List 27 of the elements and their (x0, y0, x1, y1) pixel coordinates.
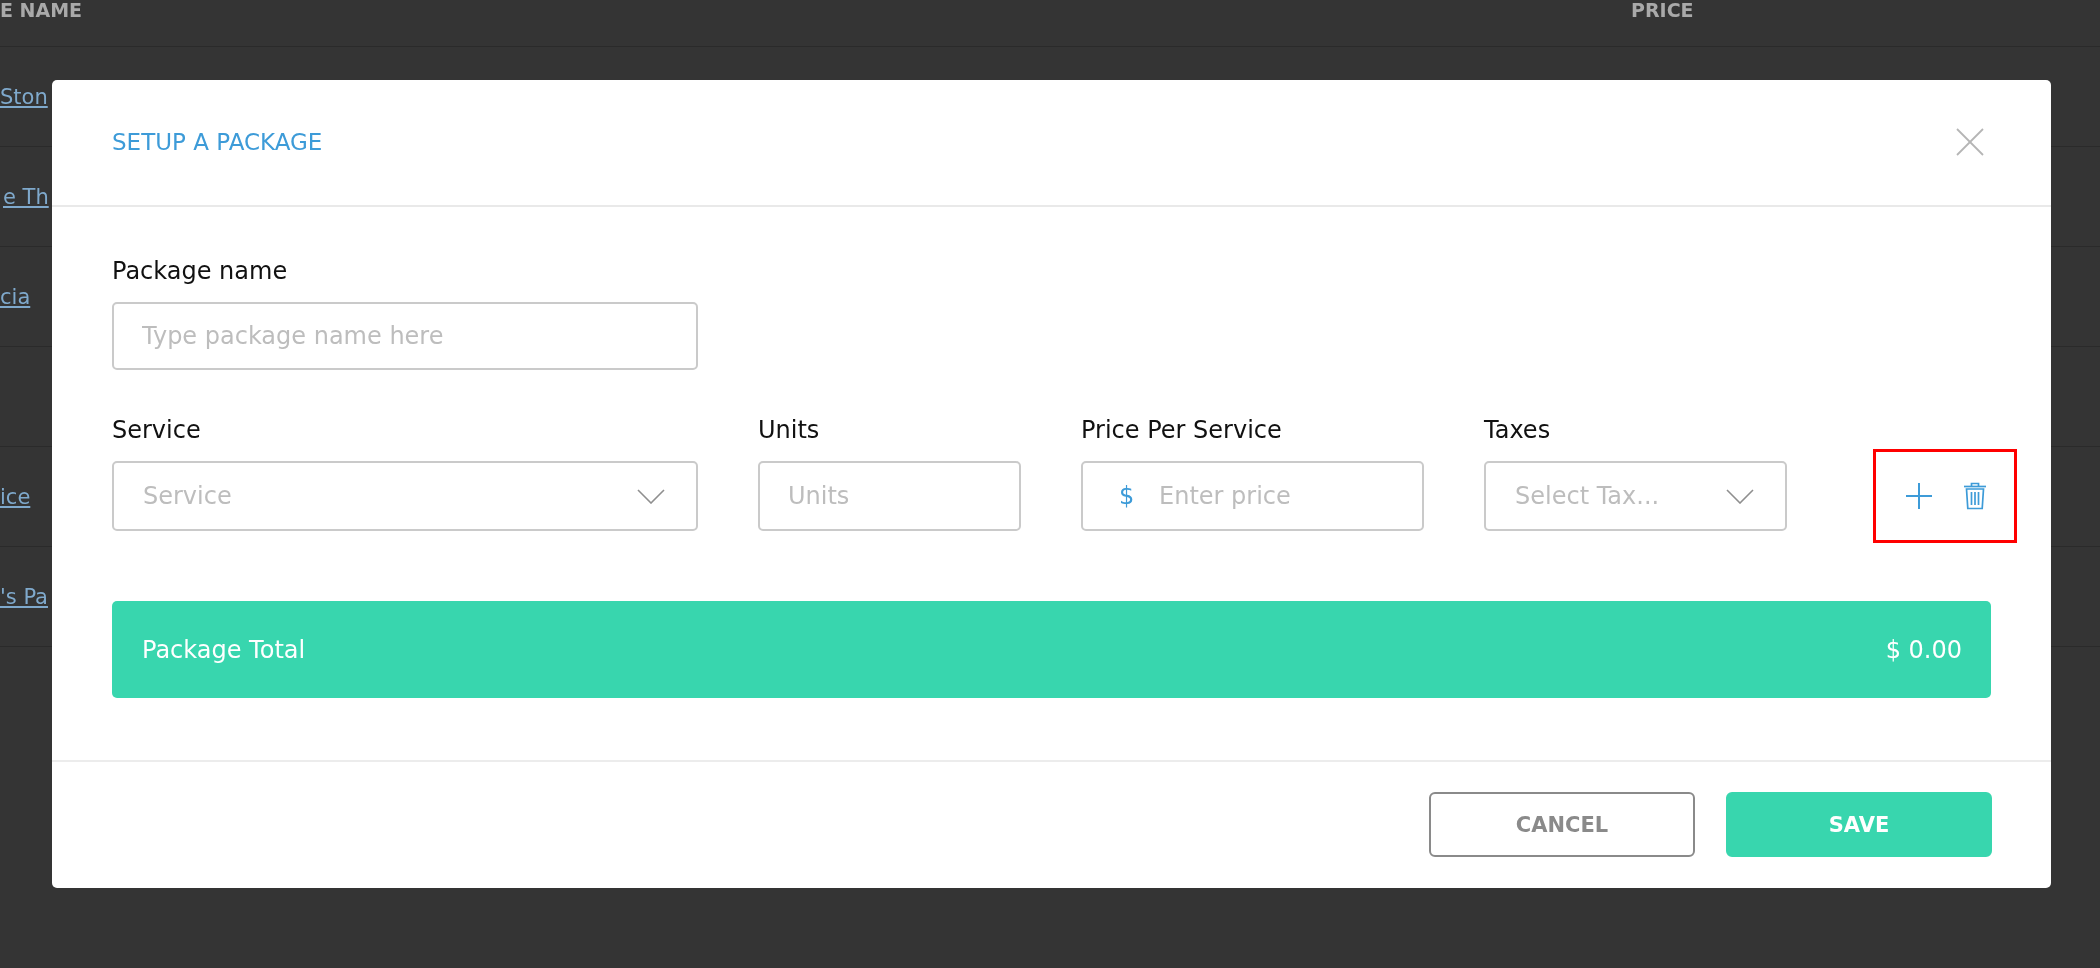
table-link[interactable]: cia (0, 282, 31, 311)
close-button[interactable] (1955, 126, 1985, 157)
table-link[interactable]: e Th (3, 182, 49, 211)
field-label: Taxes (1484, 415, 1551, 446)
field-label: Units (758, 415, 820, 446)
column-header: PRICE (1631, 0, 1694, 20)
cancel-button[interactable]: CANCEL (1429, 792, 1695, 857)
table-link[interactable]: Ston (0, 82, 48, 111)
chevron-down-icon (1726, 488, 1754, 504)
table-link[interactable]: 's Pa (0, 582, 48, 611)
field-label: Service (112, 415, 201, 446)
add-button[interactable] (1905, 482, 1933, 510)
trash-icon (1963, 482, 1987, 510)
total-value: $ 0.00 (1885, 635, 1962, 664)
chevron-down-icon (637, 488, 665, 504)
currency-symbol: $ (1119, 482, 1135, 510)
input-field[interactable]: Type package name here (112, 302, 698, 370)
column-header: E NAME (0, 0, 83, 20)
plus-icon (1905, 482, 1933, 510)
field-label: Price Per Service (1081, 415, 1282, 446)
modal-title: SETUP A PACKAGE (112, 128, 323, 155)
input-field[interactable]: Units (758, 461, 1021, 531)
total-label: Package Total (142, 635, 306, 664)
delete-button[interactable] (1963, 482, 1987, 510)
close-icon (1956, 127, 1984, 156)
table-link[interactable]: ice (0, 482, 31, 511)
field-label: Package name (112, 256, 288, 287)
